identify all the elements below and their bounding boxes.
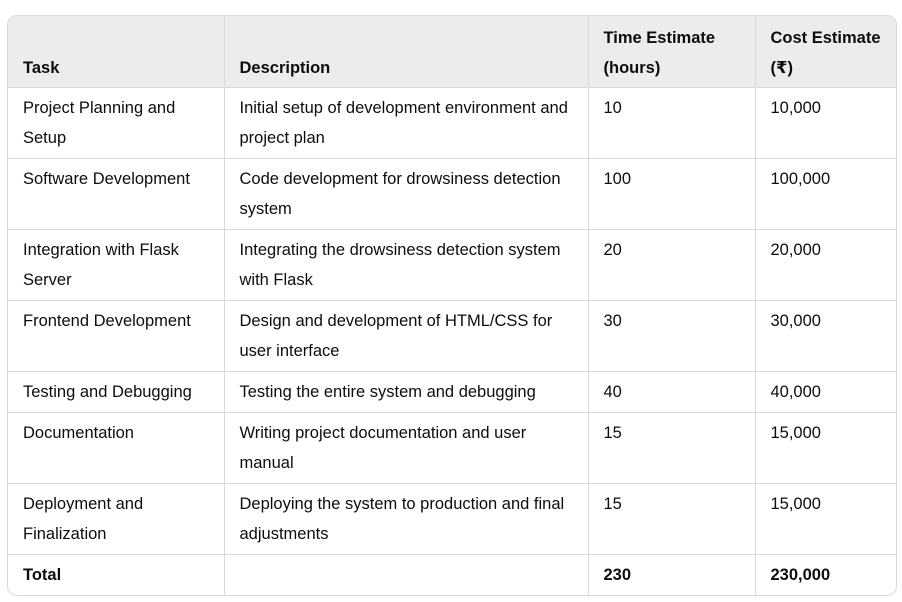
cell-description: Code development for drowsiness detectio… (224, 158, 589, 230)
total-description (224, 554, 589, 595)
cell-description: Integrating the drowsiness detection sys… (224, 229, 589, 301)
cell-description: Initial setup of development environment… (224, 87, 589, 159)
cell-task: Frontend Development (8, 300, 225, 372)
cell-cost: 100,000 (755, 158, 896, 230)
cell-time: 15 (588, 483, 756, 555)
cell-task: Project Planning and Setup (8, 87, 225, 159)
total-label: Total (8, 554, 225, 595)
header-time-estimate: Time Estimate (hours) (588, 16, 756, 88)
cell-time: 15 (588, 412, 756, 484)
header-task: Task (8, 16, 225, 88)
cell-task: Software Development (8, 158, 225, 230)
cell-cost: 30,000 (755, 300, 896, 372)
cell-cost: 15,000 (755, 483, 896, 555)
cell-time: 40 (588, 371, 756, 413)
table-row: Integration with Flask Server Integratin… (8, 229, 896, 301)
header-cost-estimate: Cost Estimate (₹) (755, 16, 896, 88)
cell-cost: 40,000 (755, 371, 896, 413)
table-row: Deployment and Finalization Deploying th… (8, 483, 896, 555)
cell-task: Documentation (8, 412, 225, 484)
cell-time: 100 (588, 158, 756, 230)
cell-description: Testing the entire system and debugging (224, 371, 589, 413)
cell-description: Writing project documentation and user m… (224, 412, 589, 484)
cell-task: Testing and Debugging (8, 371, 225, 413)
table-row: Project Planning and Setup Initial setup… (8, 87, 896, 159)
total-cost: 230,000 (770, 565, 831, 584)
total-row: Total 230 230,000 (8, 554, 896, 595)
cost-estimate-table: Task Description Time Estimate (hours) C… (7, 15, 897, 596)
cell-time: 30 (588, 300, 756, 372)
cell-task: Deployment and Finalization (8, 483, 225, 555)
cell-time: 10 (588, 87, 756, 159)
header-description: Description (224, 16, 589, 88)
cell-time: 20 (588, 229, 756, 301)
cell-description: Design and development of HTML/CSS for u… (224, 300, 589, 372)
cell-cost: 20,000 (755, 229, 896, 301)
table: Task Description Time Estimate (hours) C… (8, 16, 896, 595)
table-body: Project Planning and Setup Initial setup… (8, 87, 896, 595)
table-row: Software Development Code development fo… (8, 158, 896, 230)
table-row: Documentation Writing project documentat… (8, 412, 896, 484)
cell-cost: 10,000 (755, 87, 896, 159)
table-row: Testing and Debugging Testing the entire… (8, 371, 896, 413)
cell-task: Integration with Flask Server (8, 229, 225, 301)
cell-cost: 15,000 (755, 412, 896, 484)
cell-description: Deploying the system to production and f… (224, 483, 589, 555)
header-row: Task Description Time Estimate (hours) C… (8, 16, 896, 88)
table-row: Frontend Development Design and developm… (8, 300, 896, 372)
table-header: Task Description Time Estimate (hours) C… (8, 16, 896, 88)
total-time: 230 (588, 554, 756, 595)
